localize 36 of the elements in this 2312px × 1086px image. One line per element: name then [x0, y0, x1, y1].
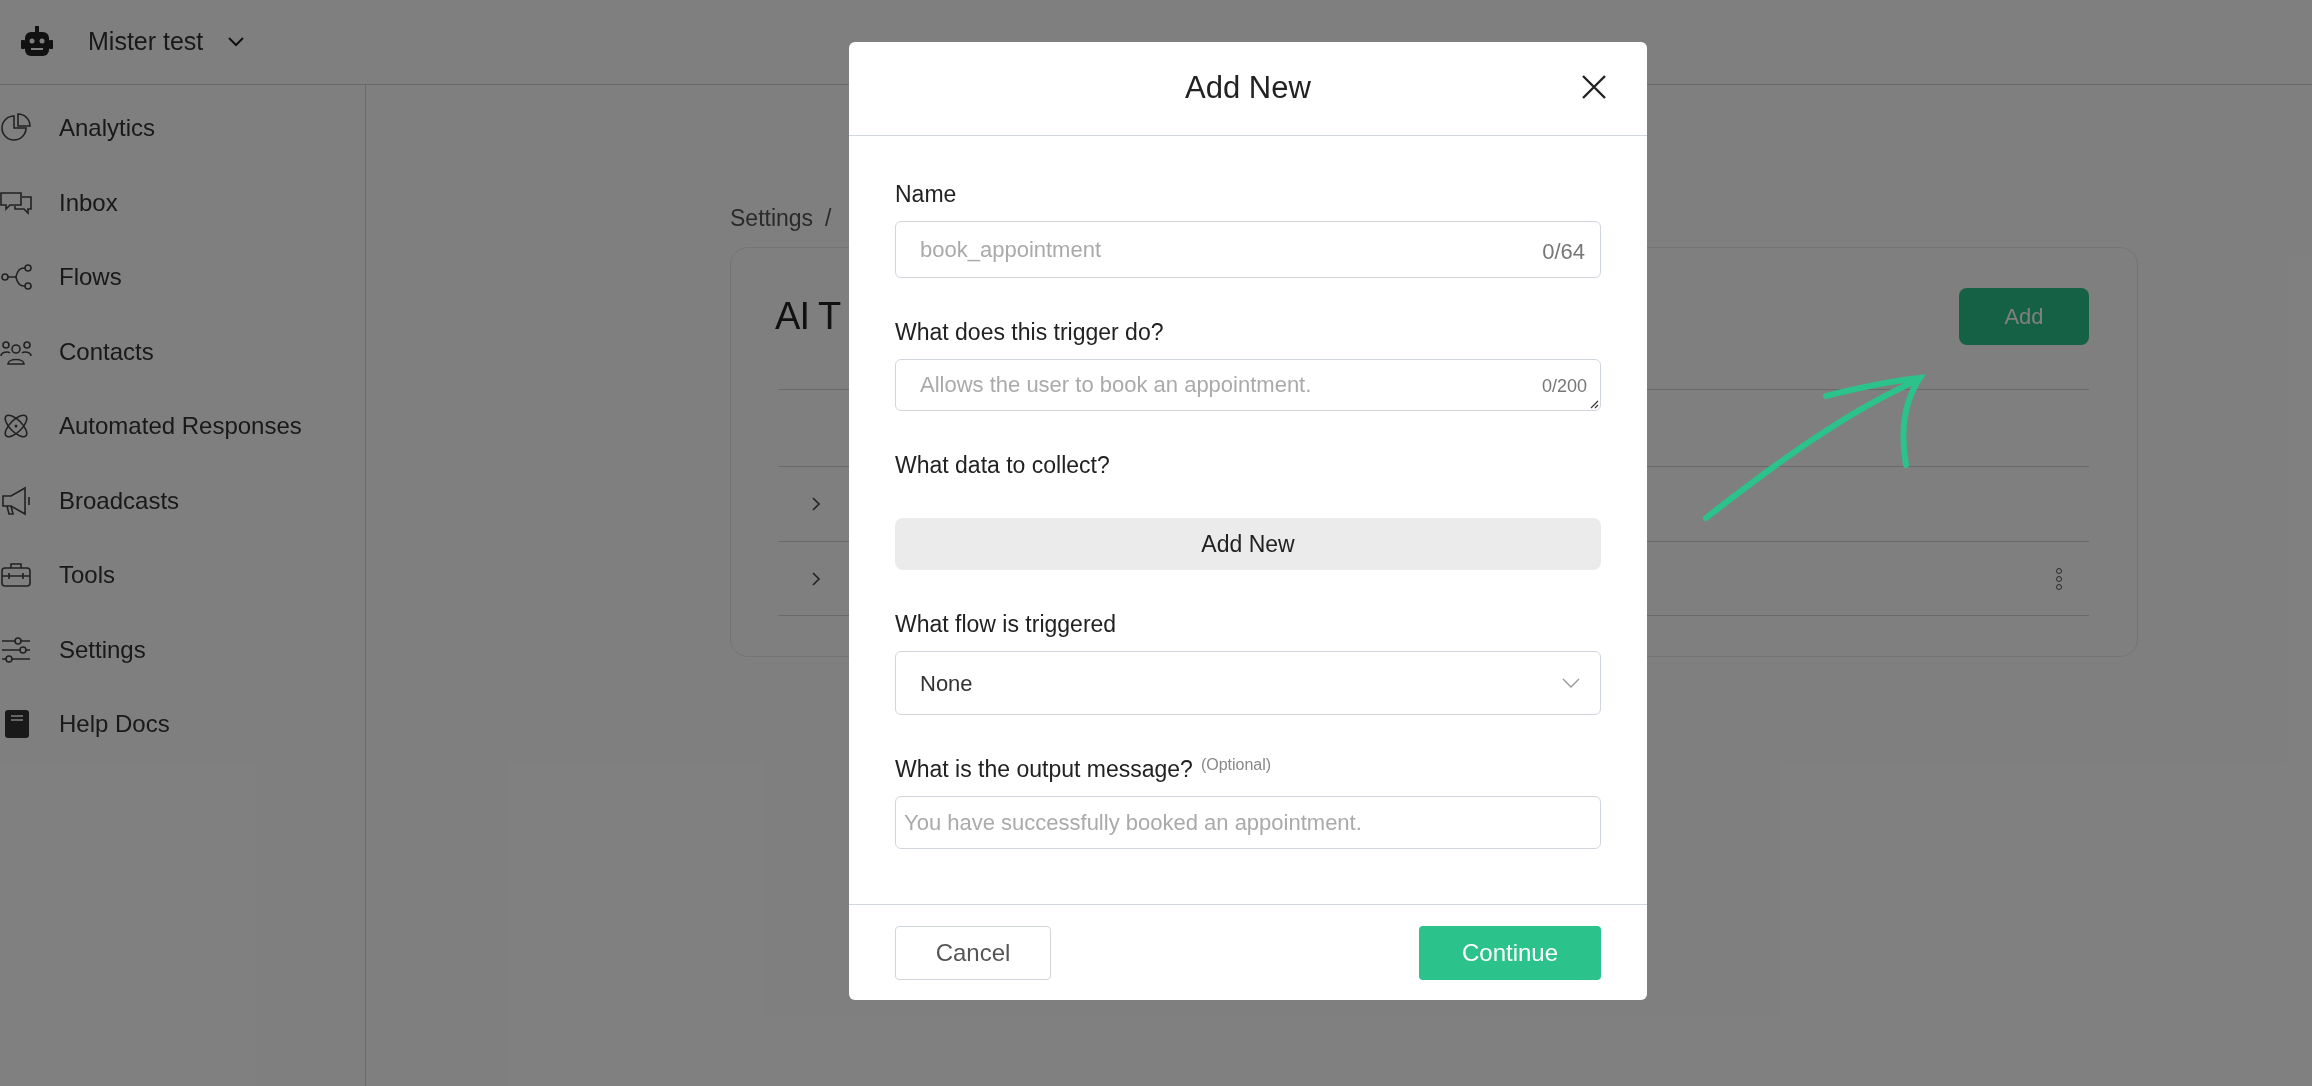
sidebar-item[interactable]: Tools [59, 557, 116, 594]
add-new-button[interactable]: Add New [895, 518, 1601, 570]
flow-dropdown[interactable]: None [895, 651, 1601, 715]
chevron-down-icon[interactable] [1562, 678, 1580, 688]
cancel-button[interactable]: Cancel [895, 925, 1051, 980]
dropdown-value: None [920, 669, 973, 698]
sidebar-item[interactable]: Inbox [59, 184, 118, 221]
field-label: Name [895, 180, 957, 208]
field-label: What data to collect? [895, 451, 1110, 479]
chevron-right-icon[interactable] [811, 570, 821, 587]
sidebar-item[interactable]: Settings [59, 631, 146, 668]
sidebar-item[interactable]: Flows [59, 259, 122, 296]
close-icon[interactable] [1581, 74, 1607, 100]
sidebar-item[interactable]: Automated Responses [59, 408, 302, 445]
field-label: What is the output message? [895, 755, 1193, 783]
sidebar-item[interactable]: Broadcasts [59, 482, 180, 519]
chevron-right-icon[interactable] [811, 496, 821, 512]
field-label: What does this trigger do? [895, 318, 1164, 346]
character-counter: 0/64 [1542, 238, 1585, 266]
input-field[interactable]: You have successfully booked an appointment. [895, 796, 1601, 849]
page-title: AI T [775, 294, 841, 339]
chevron-down-icon[interactable] [227, 36, 246, 48]
optional-hint: (Optional) [1200, 755, 1272, 775]
more-options-icon[interactable] [2055, 566, 2063, 591]
breadcrumb-separator: / [825, 203, 832, 233]
modal-title: Add New [1185, 69, 1311, 108]
sidebar-item[interactable]: Help Docs [59, 706, 170, 743]
sidebar-item[interactable]: Contacts [59, 333, 154, 370]
workspace-name[interactable]: Mister test [88, 23, 204, 61]
continue-button[interactable]: Continue [1419, 925, 1601, 980]
character-counter: 0/200 [1541, 375, 1587, 398]
sidebar-item[interactable]: Analytics [59, 110, 156, 147]
robot-icon [20, 25, 54, 59]
field-label: What flow is triggered [895, 610, 1117, 638]
resize-handle-icon[interactable] [1589, 399, 1599, 409]
breadcrumb-link[interactable]: Settings [730, 200, 814, 236]
